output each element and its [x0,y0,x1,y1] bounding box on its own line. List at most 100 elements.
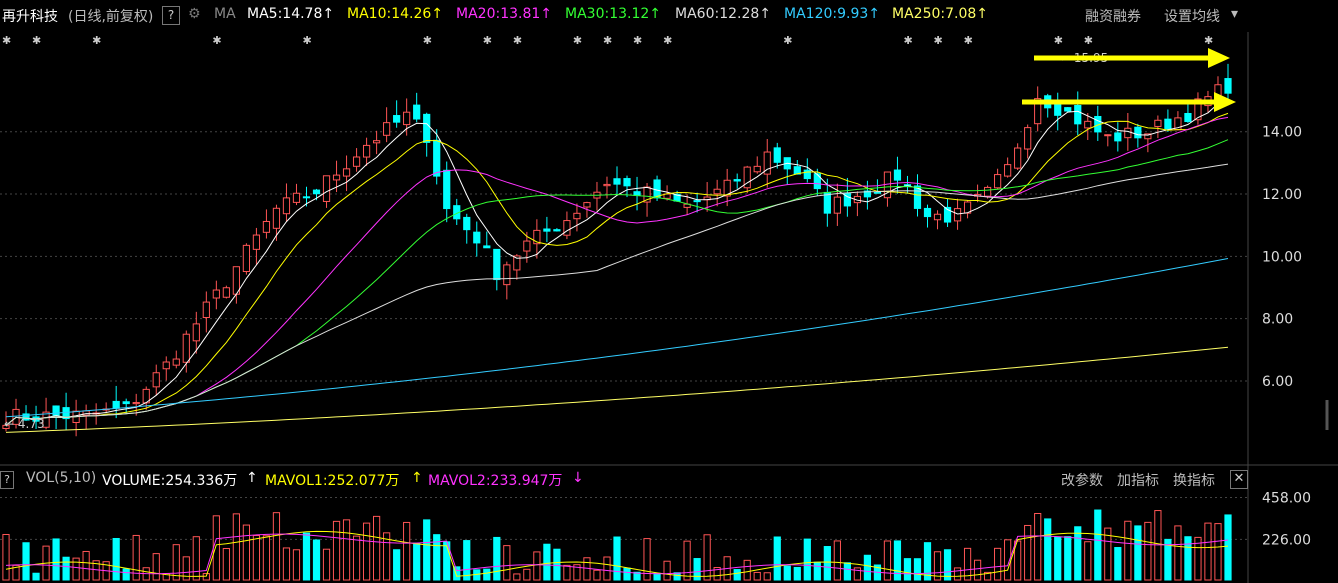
candle-body [1084,120,1092,129]
candle-body [262,220,271,233]
volume-bar [403,521,411,581]
volume-bar [533,551,541,581]
volume-bar [953,567,962,581]
mavol1-value: MAVOL1:252.077万 [265,473,400,489]
volume-header: VOL(5,10) VOLUME:254.336万 ↑ MAVOL1:252.0… [0,468,1338,490]
volume-bar [623,567,631,581]
event-marker-icon: ✱ [783,34,792,47]
resistance-arrow-head [1208,48,1230,68]
volume-bar [352,535,361,581]
close-icon[interactable]: ✕ [1230,470,1248,489]
candle-body [753,165,761,173]
candle-body [563,220,571,236]
volume-bar [322,548,331,581]
candle-body [302,196,311,199]
volume-bar [362,522,371,581]
event-marker-icon: ✱ [92,34,101,47]
volume-bar [673,572,681,581]
volume-bar [393,549,401,581]
volume-bar [733,569,741,581]
volume-bar [2,533,10,581]
price-tick-label: 10.00 [1262,249,1302,265]
candle-body [272,207,281,229]
volume-bar [1124,520,1132,581]
volume-bar [653,572,661,581]
candle-body [503,264,511,286]
volume-bar [342,519,351,581]
volume-bar [703,534,711,581]
candle-body [583,202,591,208]
volume-bar [823,546,831,581]
volume-bar [62,556,70,581]
volume-bar [553,548,561,581]
candle-body [282,197,291,215]
vol-value: VOLUME:254.336万 [102,473,238,489]
candle-body [573,212,581,220]
candle-body [733,179,741,182]
switch-indicator-button[interactable]: 换指标 [1173,470,1215,490]
candle-body [623,178,631,187]
candle-body [463,216,471,231]
volume-bar [523,568,531,581]
change-params-button[interactable]: 改参数 [1061,470,1103,490]
candle-body [1064,107,1072,112]
volume-bar [994,547,1002,581]
candle-body [553,229,561,232]
volume-bar [763,572,771,581]
candle-body [653,179,661,199]
candle-body [1014,147,1022,169]
candle-body [162,361,170,370]
event-marker-icon: ✱ [903,34,912,47]
volume-bar [1214,523,1222,581]
volume-bar [252,535,261,581]
mavol1-arrow: ↑ [411,470,423,486]
volume-bar [302,532,311,581]
vol-label: VOL(5,10) [26,470,97,486]
volume-bar [262,535,271,581]
volume-bar [783,565,791,581]
volume-bar [423,519,431,581]
volume-bar [373,515,381,581]
add-indicator-button[interactable]: 加指标 [1117,470,1159,490]
candle-body [332,174,341,181]
candle-body [292,192,301,203]
volume-bar [893,540,902,581]
event-marker-icon: ✱ [964,34,973,47]
candle-body [994,174,1002,189]
candle-body [873,191,882,194]
volume-bar [1224,514,1232,581]
volume-bar [1034,513,1042,581]
volume-bar [1054,536,1062,581]
volume-bar [212,515,220,581]
volume-bar [513,573,521,581]
volume-tick-label: 458.00 [1262,491,1311,507]
event-marker-icon: ✱ [663,34,672,47]
candle-body [132,402,140,405]
volume-bar [1094,509,1102,581]
event-marker-icon: ✱ [513,34,522,47]
volume-bar [863,554,872,581]
volume-bar [833,540,841,581]
volume-bar [222,548,230,581]
volume-bar [1174,525,1182,581]
vol-arrow: ↑ [246,470,258,486]
candle-body [483,245,491,249]
volume-bar [563,564,571,581]
candle-body [172,358,180,366]
volume-bar [332,520,341,581]
event-marker-icon: ✱ [302,34,311,47]
candle-body [383,122,391,136]
volume-bar [483,568,491,581]
volume-bar [172,544,180,581]
kline-chart[interactable]: 14.00 12.00 10.00 8.00 6.00 458.00 226.00 ✱ ✱ ✱ ✱ ✱… [0,0,1338,583]
candle-body [222,287,230,298]
volume-bar [1184,536,1192,581]
volume-bar [232,513,240,581]
volume-bar [813,561,821,581]
volume-bar [72,557,80,581]
candle-body [212,289,220,299]
volume-bar [613,536,621,581]
volume-bar [503,545,511,581]
candle-body [342,168,351,177]
candle-body [473,231,481,244]
